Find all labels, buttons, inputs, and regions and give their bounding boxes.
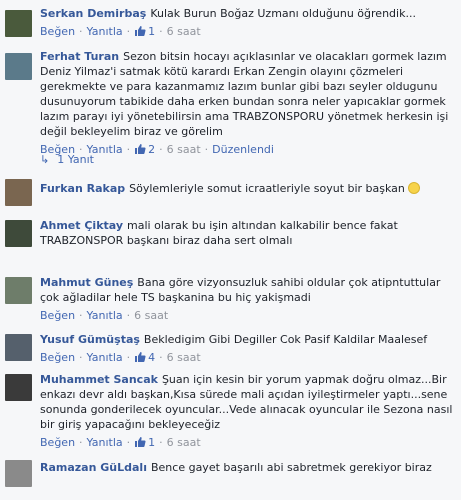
comment-author[interactable]: Ahmet Çiktay (40, 219, 123, 232)
avatar[interactable] (5, 277, 32, 304)
avatar[interactable] (5, 10, 32, 37)
comment-author[interactable]: Serkan Demirbaş (40, 7, 146, 20)
thumbs-up-icon (134, 436, 146, 448)
thumbs-up-icon (134, 143, 146, 155)
comment-author[interactable]: Furkan Rakap (40, 182, 125, 195)
comment-actions: Beğen · Yanıtla · 1 · 6 saat (40, 25, 201, 38)
like-button[interactable]: Beğen (40, 25, 75, 38)
comment-author[interactable]: Mahmut Güneş (40, 276, 133, 289)
reply-button[interactable]: Yanıtla (87, 351, 123, 364)
reply-button[interactable]: Yanıtla (87, 436, 123, 449)
comment-author[interactable]: Yusuf Gümüştaş (40, 333, 140, 346)
comment-time[interactable]: 6 saat (167, 25, 201, 38)
comment: Mahmut Güneş Bana göre vizyonsuzluk sahib… (0, 275, 461, 329)
reply-arrow-icon: ↳ (40, 153, 50, 166)
comment-actions: Beğen · Yanıtla · 6 saat (40, 309, 169, 322)
comment-text: Sezon bitsin hocayı açıklasınlar ve olac… (40, 50, 449, 138)
thumbs-up-icon (134, 25, 146, 37)
comment-time[interactable]: 6 saat (167, 351, 201, 364)
comment: Muhammet Sancak Şuan için kesin bir yorum… (0, 372, 461, 454)
comment-time[interactable]: 6 saat (167, 143, 201, 156)
comment-text: Bekledigim Gibi Degiller Cok Pasif Kaldi… (143, 333, 428, 346)
comment-list: Serkan Demirbaş Kulak Burun Boğaz Uzmanı … (0, 0, 461, 500)
avatar[interactable] (5, 460, 32, 487)
comment: Serkan Demirbaş Kulak Burun Boğaz Uzmanı … (0, 6, 461, 48)
like-button[interactable]: Beğen (40, 309, 75, 322)
smiley-emoji-icon (408, 182, 421, 194)
like-count[interactable]: 1 (148, 436, 155, 449)
comment: Yusuf Gümüştaş Bekledigim Gibi Degiller C… (0, 332, 461, 368)
like-button[interactable]: Beğen (40, 436, 75, 449)
view-replies-link[interactable]: ↳ 1 Yanıt (40, 153, 94, 166)
comment: Ramazan GüLdalı Bence gayet başarılı abi … (0, 460, 461, 496)
comment: Furkan Rakap Söylemleriyle somut icraatle… (0, 179, 461, 215)
comment: Ahmet Çiktay mali olarak bu işin altından… (0, 218, 461, 254)
thumbs-up-icon (134, 351, 146, 363)
comment-time[interactable]: 6 saat (167, 436, 201, 449)
avatar[interactable] (5, 334, 32, 361)
like-count[interactable]: 2 (148, 143, 155, 156)
comment-text: Bence gayet başarılı abi sabretmek gerek… (150, 461, 432, 474)
avatar[interactable] (5, 53, 32, 80)
comment-actions: Beğen · Yanıtla · 2 · 6 saat · Düzenlendi (40, 143, 274, 156)
comment-author[interactable]: Ramazan GüLdalı (40, 461, 147, 474)
comment-actions: Beğen · Yanıtla · 1 · 6 saat (40, 436, 201, 449)
comment-author[interactable]: Ferhat Turan (40, 50, 119, 63)
avatar[interactable] (5, 179, 32, 206)
reply-count[interactable]: 1 Yanıt (57, 153, 94, 166)
comment-text: Kulak Burun Boğaz Uzmanı olduğunu öğrend… (150, 7, 416, 20)
reply-button[interactable]: Yanıtla (87, 309, 123, 322)
comment-actions: Beğen · Yanıtla · 4 · 6 saat (40, 351, 201, 364)
like-button[interactable]: Beğen (40, 351, 75, 364)
avatar[interactable] (5, 374, 32, 401)
comment-author[interactable]: Muhammet Sancak (40, 373, 158, 386)
comment-text: Söylemleriyle somut icraatleriyle soyut … (129, 182, 405, 195)
like-count[interactable]: 1 (148, 25, 155, 38)
edited-link[interactable]: Düzenlendi (212, 143, 274, 156)
avatar[interactable] (5, 220, 32, 247)
reply-button[interactable]: Yanıtla (87, 25, 123, 38)
comment-time[interactable]: 6 saat (134, 309, 168, 322)
like-count[interactable]: 4 (148, 351, 155, 364)
